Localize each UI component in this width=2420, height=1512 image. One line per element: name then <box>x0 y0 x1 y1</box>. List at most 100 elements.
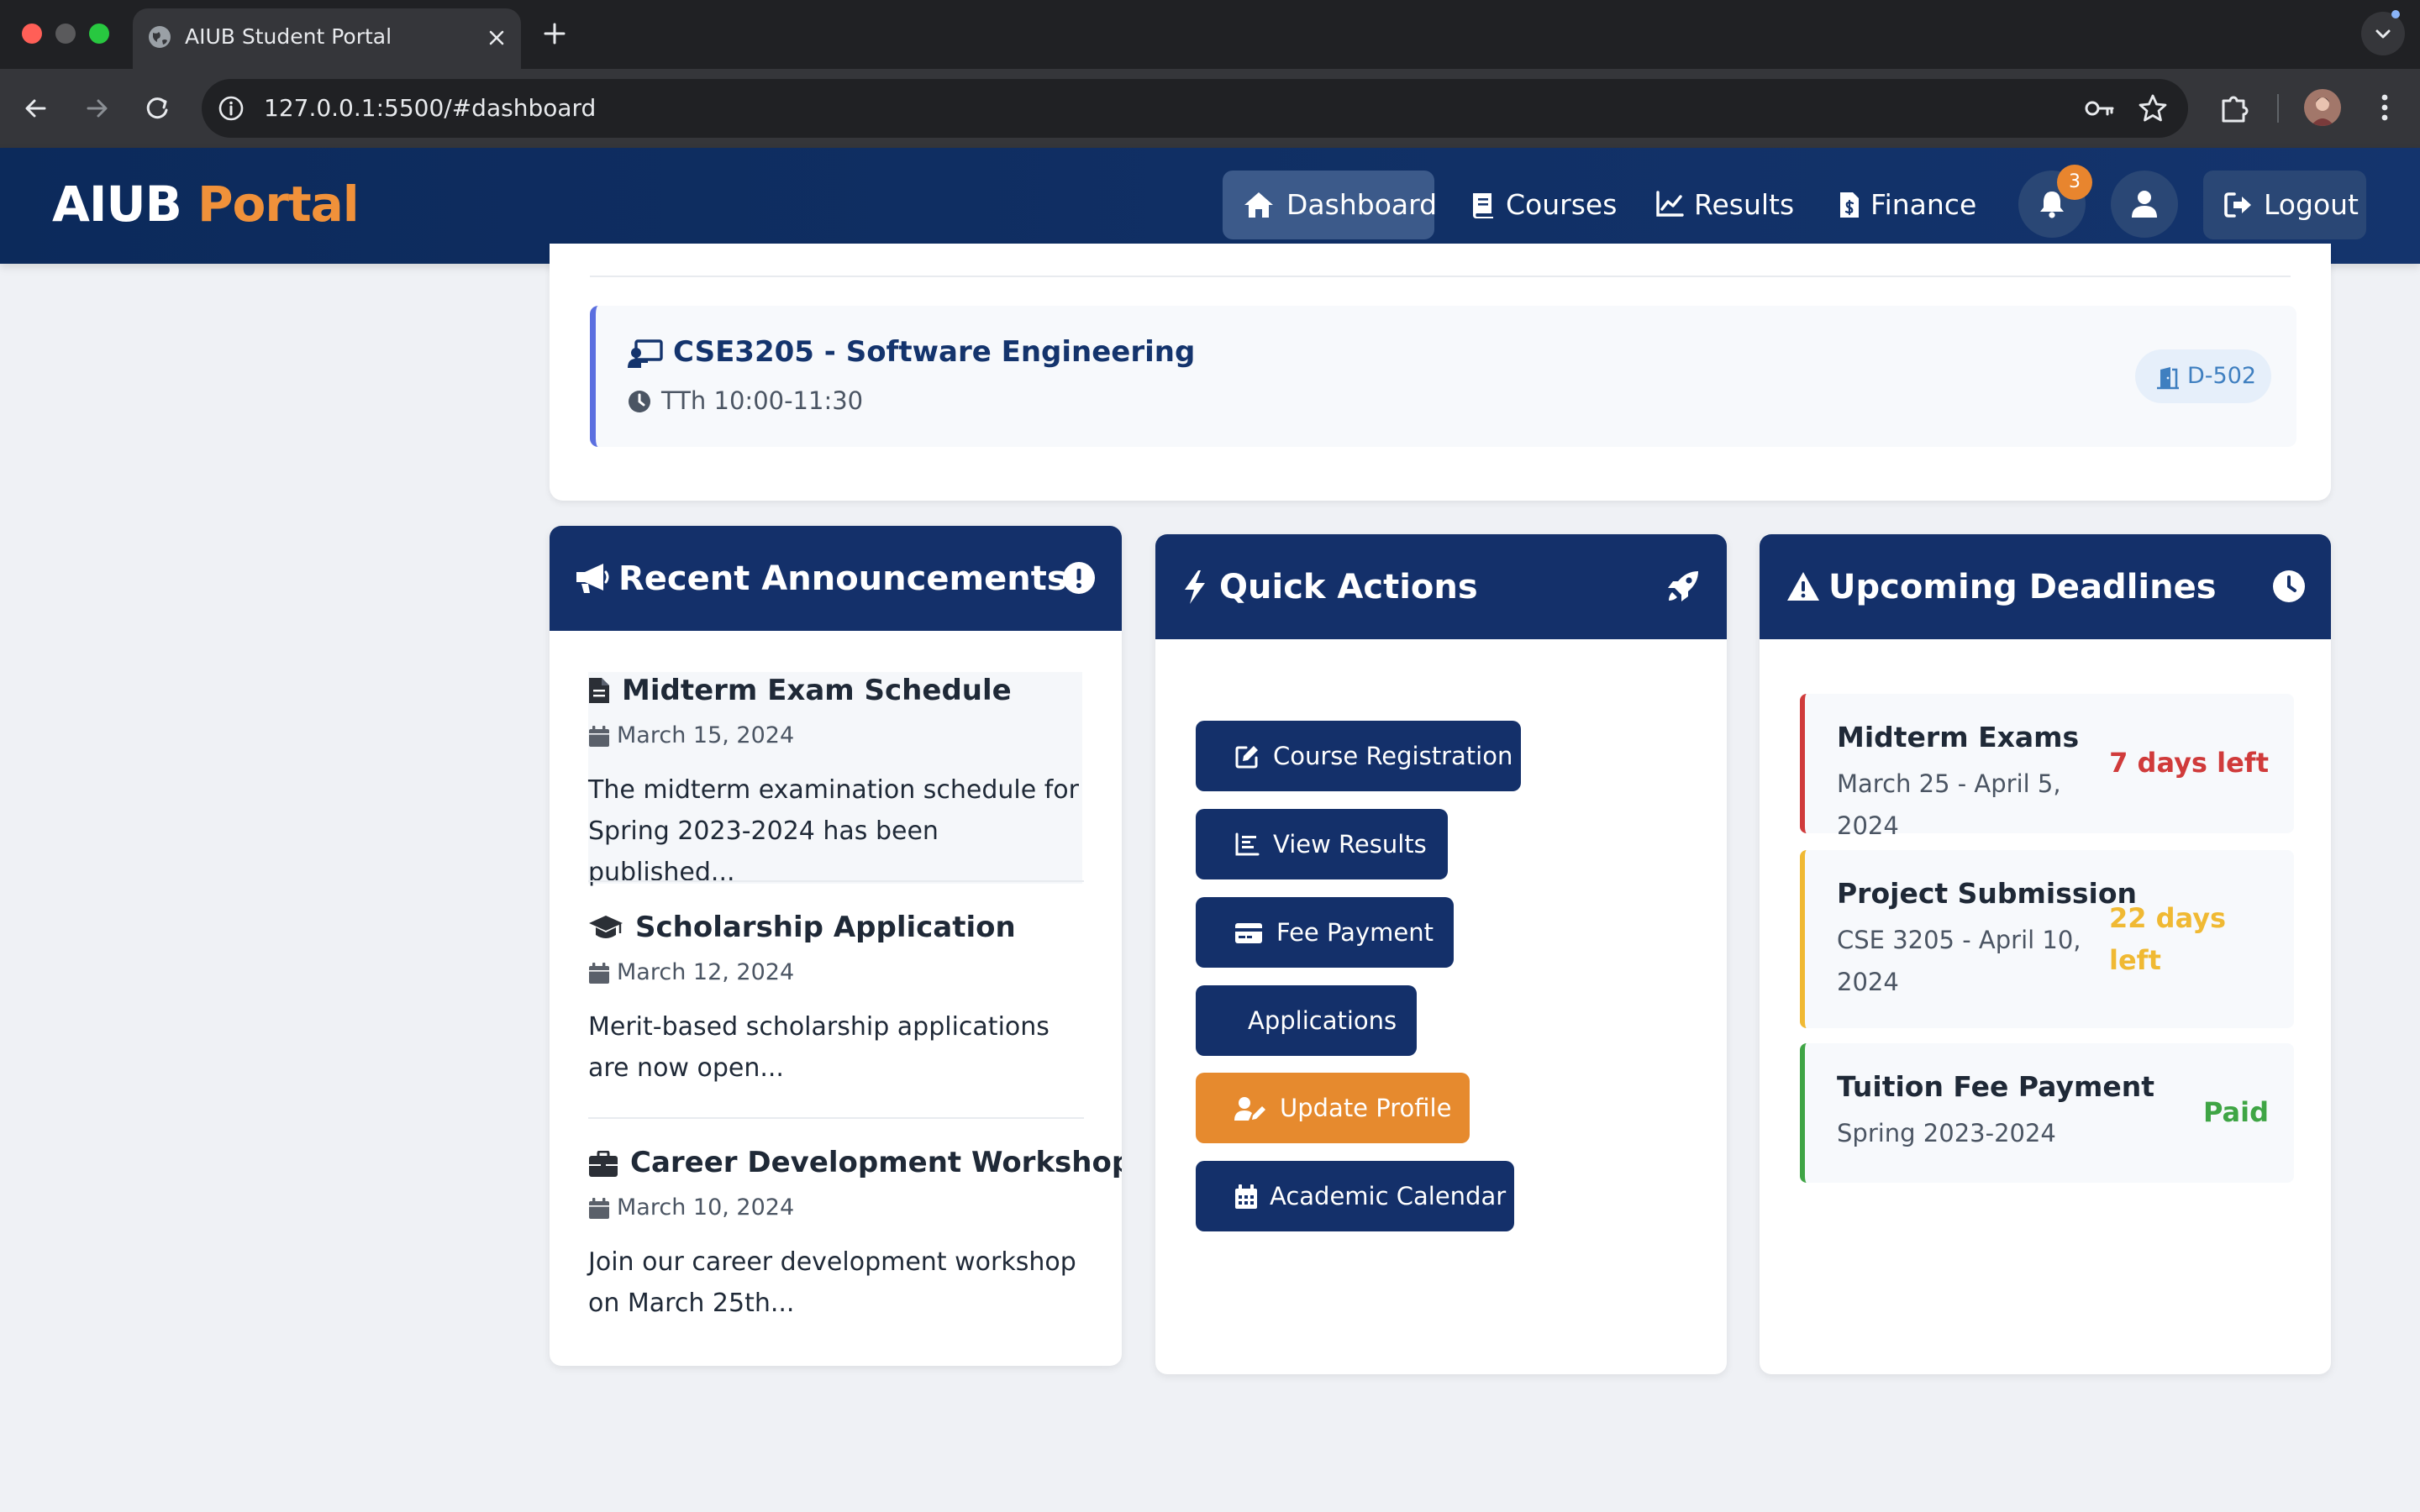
nav-finance[interactable]: Finance <box>1823 171 1977 239</box>
nav-results[interactable]: Results <box>1640 171 1795 239</box>
close-tab-icon[interactable] <box>484 25 509 50</box>
credit-card-icon <box>1235 923 1262 943</box>
user-edit-icon <box>1234 1097 1265 1121</box>
extensions-icon[interactable] <box>2215 87 2255 128</box>
announcements-panel: Recent Announcements Midterm Exam Schedu… <box>550 526 1122 1366</box>
announcements-header: Recent Announcements <box>550 526 1122 631</box>
graduation-cap-icon <box>589 916 623 938</box>
browser-tab-bar: AIUB Student Portal <box>0 0 2420 69</box>
site-info-icon[interactable] <box>215 92 247 124</box>
academic-calendar-label: Academic Calendar <box>1270 1182 1507 1210</box>
profile-button[interactable] <box>2111 171 2178 238</box>
file-icon <box>589 678 609 703</box>
chart-bar-icon <box>1235 832 1260 856</box>
nav-dashboard-label: Dashboard <box>1286 188 1438 221</box>
nav-courses-label: Courses <box>1506 188 1618 221</box>
clock-icon <box>2273 570 2305 602</box>
logout-label: Logout <box>2264 188 2359 221</box>
deadlines-title: Upcoming Deadlines <box>1828 568 2217 606</box>
class-schedule-card: CSE3205 - Software Engineering TTh 10:00… <box>550 244 2331 501</box>
globe-icon <box>149 26 171 48</box>
brand-logo[interactable]: AIUB Portal <box>52 175 360 234</box>
update-profile-label: Update Profile <box>1280 1094 1452 1122</box>
view-results-button[interactable]: View Results <box>1196 809 1448 879</box>
reload-icon[interactable] <box>138 89 176 128</box>
deadline-subtitle: CSE 3205 - April 10, 2024 <box>1837 926 2081 996</box>
view-results-label: View Results <box>1273 830 1427 858</box>
bookmark-star-icon[interactable] <box>2136 92 2170 125</box>
address-url[interactable]: 127.0.0.1:5500/#dashboard <box>264 94 596 123</box>
calendar-icon <box>589 1198 609 1219</box>
announcement-title: Scholarship Application <box>635 911 1016 944</box>
course-registration-button[interactable]: Course Registration <box>1196 721 1521 791</box>
academic-calendar-button[interactable]: Academic Calendar <box>1196 1161 1514 1231</box>
warning-icon <box>1787 572 1819 601</box>
calendar-icon <box>1235 1184 1257 1209</box>
room-label: D-502 <box>2187 363 2257 389</box>
announcement-date: March 12, 2024 <box>617 959 795 985</box>
address-bar[interactable]: 127.0.0.1:5500/#dashboard <box>202 79 2188 138</box>
divider <box>590 276 2291 277</box>
deadline-title: Tuition Fee Payment <box>1837 1070 2154 1103</box>
window-minimize-button[interactable] <box>55 24 76 44</box>
logout-button[interactable]: Logout <box>2203 171 2366 239</box>
divider <box>588 1117 1084 1119</box>
announcement-body: Join our career development workshop on … <box>588 1247 1076 1318</box>
toolbar-divider <box>2277 94 2279 123</box>
fee-payment-label: Fee Payment <box>1276 918 1434 947</box>
deadline-item[interactable]: Tuition Fee Payment Spring 2023-2024 Pai… <box>1800 1043 2294 1183</box>
course-time: TTh 10:00-11:30 <box>661 386 864 415</box>
window-close-button[interactable] <box>22 24 42 44</box>
deadline-title: Midterm Exams <box>1837 721 2080 753</box>
more-options-icon[interactable] <box>2368 87 2402 128</box>
nav-finance-label: Finance <box>1870 188 1977 221</box>
nav-results-label: Results <box>1694 188 1795 221</box>
deadline-status: 7 days left <box>2109 747 2269 779</box>
deadlines-panel: Upcoming Deadlines Midterm Exams March 2… <box>1760 534 2331 1374</box>
browser-toolbar: 127.0.0.1:5500/#dashboard <box>0 69 2420 148</box>
window-maximize-button[interactable] <box>89 24 109 44</box>
applications-label: Applications <box>1248 1006 1397 1035</box>
tab-title: AIUB Student Portal <box>185 24 392 49</box>
room-badge: D-502 <box>2135 349 2271 403</box>
quick-actions-title: Quick Actions <box>1219 568 1478 606</box>
home-icon <box>1244 192 1273 218</box>
forward-icon[interactable] <box>77 89 116 128</box>
profile-indicator-dot <box>2391 10 2400 18</box>
notification-count-badge: 3 <box>2057 165 2092 200</box>
fee-payment-button[interactable]: Fee Payment <box>1196 897 1454 968</box>
announcement-item[interactable]: Scholarship Application March 12, 2024 M… <box>588 909 1082 1119</box>
announcement-body: Merit-based scholarship applications are… <box>588 1012 1050 1083</box>
deadline-item[interactable]: Project Submission CSE 3205 - April 10, … <box>1800 850 2294 1028</box>
announcement-item[interactable]: Midterm Exam Schedule March 15, 2024 The… <box>588 672 1082 887</box>
rocket-icon <box>1668 571 1698 601</box>
chart-line-icon <box>1656 191 1684 217</box>
deadline-item[interactable]: Midterm Exams March 25 - April 5, 2024 7… <box>1800 694 2294 840</box>
announcement-item[interactable]: Career Development Workshop March 10, 20… <box>588 1144 1122 1346</box>
invoice-icon <box>1840 192 1859 218</box>
applications-button[interactable]: Applications <box>1196 985 1417 1056</box>
nav-dashboard[interactable]: Dashboard <box>1223 171 1438 239</box>
deadline-subtitle: Spring 2023-2024 <box>1837 1119 2056 1147</box>
announcement-title: Career Development Workshop <box>630 1146 1122 1179</box>
announcement-body: The midterm examination schedule for Spr… <box>588 775 1079 887</box>
browser-tab[interactable]: AIUB Student Portal <box>133 8 521 69</box>
tab-search-button[interactable] <box>2361 12 2405 55</box>
password-key-icon[interactable] <box>2082 93 2116 123</box>
deadline-status: Paid <box>2202 1096 2269 1128</box>
schedule-item[interactable]: CSE3205 - Software Engineering TTh 10:00… <box>590 306 2296 447</box>
new-tab-icon[interactable] <box>539 18 570 49</box>
chevron-down-icon <box>2375 29 2391 39</box>
deadline-subtitle: March 25 - April 5, 2024 <box>1837 769 2061 840</box>
user-icon <box>2132 191 2157 218</box>
exclamation-circle-icon <box>1063 562 1095 594</box>
edit-icon <box>1235 746 1258 769</box>
back-icon[interactable] <box>17 89 55 128</box>
nav-courses[interactable]: Courses <box>1455 171 1618 239</box>
quick-actions-panel: Quick Actions Course Registration View R… <box>1155 534 1727 1374</box>
avatar-icon <box>2311 97 2334 126</box>
profile-avatar[interactable] <box>2304 89 2341 126</box>
update-profile-button[interactable]: Update Profile <box>1196 1073 1470 1143</box>
brand-name: AIUB <box>52 176 182 233</box>
calendar-icon <box>589 963 609 984</box>
